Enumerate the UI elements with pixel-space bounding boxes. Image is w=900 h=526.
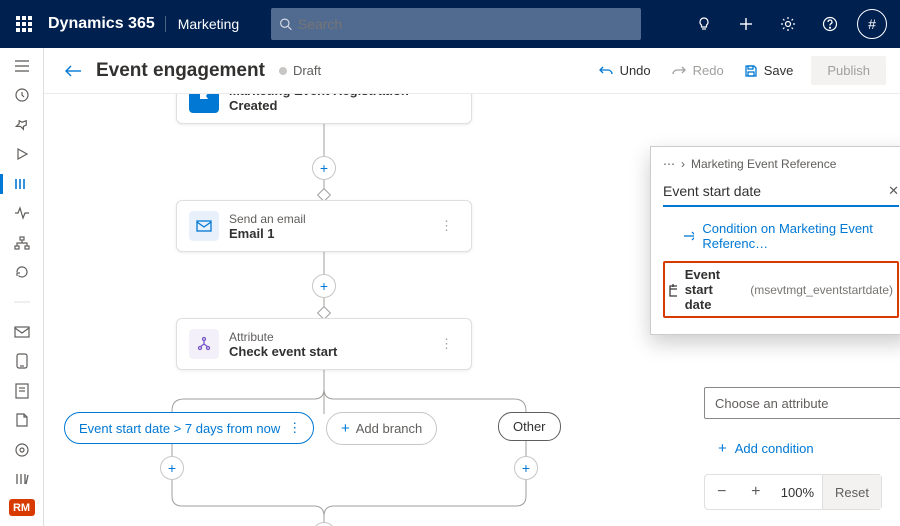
branch-condition-1-more[interactable]: ⋮ — [288, 420, 301, 436]
node-email[interactable]: Send an email Email 1 ⋮ — [176, 200, 472, 252]
save-icon — [744, 64, 758, 78]
back-arrow-icon — [64, 64, 82, 78]
nav-journeys[interactable] — [4, 174, 40, 194]
lightbulb-icon — [696, 16, 712, 32]
account-button[interactable]: # — [852, 0, 892, 48]
nav-signals[interactable] — [4, 204, 40, 224]
nav-menu[interactable] — [4, 56, 40, 76]
nav-divider — [4, 292, 40, 312]
flag-icon — [189, 94, 219, 113]
plus-icon — [738, 16, 754, 32]
branch-other[interactable]: Other — [498, 412, 561, 441]
zoom-in-button[interactable]: + — [739, 475, 773, 509]
redo-button[interactable]: Redo — [663, 57, 732, 84]
waffle-icon — [16, 16, 32, 32]
nav-settings2[interactable] — [4, 440, 40, 460]
branch-condition-1-label: Event start date > 7 days from now — [79, 421, 280, 436]
calendar-icon — [669, 283, 677, 297]
node-email-type: Send an email — [229, 212, 306, 226]
nav-library[interactable] — [4, 469, 40, 489]
nav-forms[interactable] — [4, 381, 40, 401]
node-attr-more[interactable]: ⋮ — [434, 332, 459, 356]
mail-icon — [189, 211, 219, 241]
brand-label: Dynamics 365 — [48, 15, 155, 33]
node-email-more[interactable]: ⋮ — [434, 214, 459, 238]
idea-button[interactable] — [684, 0, 724, 48]
nav-recent[interactable] — [4, 86, 40, 106]
new-button[interactable] — [726, 0, 766, 48]
plus-icon: + — [341, 420, 350, 437]
zoom-out-button[interactable]: − — [705, 475, 739, 509]
nav-notify[interactable] — [4, 351, 40, 371]
undo-icon — [598, 64, 614, 78]
attribute-option-eventstartdate[interactable]: Event start date (msevtmgt_eventstartdat… — [663, 261, 899, 318]
avatar: # — [857, 9, 887, 39]
area-label: Marketing — [165, 16, 239, 32]
add-branch-button[interactable]: + Add branch — [326, 412, 437, 445]
add-step-1[interactable]: + — [312, 156, 336, 180]
plus-icon: + — [718, 440, 727, 457]
help-icon — [822, 16, 838, 32]
global-search-input[interactable] — [298, 16, 633, 32]
nav-tree[interactable] — [4, 233, 40, 253]
global-search[interactable] — [271, 8, 641, 40]
gear-icon — [780, 16, 796, 32]
journey-canvas[interactable]: Marketing Event Registration Created + S… — [44, 94, 900, 526]
chevron-right-icon: › — [681, 157, 685, 171]
node-email-name: Email 1 — [229, 226, 306, 241]
node-attr-type: Attribute — [229, 330, 337, 344]
attribute-search-input[interactable] — [663, 183, 888, 199]
user-badge[interactable]: RM — [9, 499, 35, 516]
attribute-option-condition[interactable]: Condition on Marketing Event Referenc… — [681, 215, 899, 257]
add-step-left[interactable]: + — [160, 456, 184, 480]
app-launcher[interactable] — [8, 0, 40, 48]
status-dot — [279, 67, 287, 75]
arrow-right-icon — [683, 231, 694, 241]
node-attr-name: Check event start — [229, 344, 337, 359]
add-condition-button[interactable]: + Add condition — [718, 440, 814, 457]
settings-button[interactable] — [768, 0, 808, 48]
search-icon — [279, 17, 292, 31]
nav-history[interactable] — [4, 263, 40, 283]
redo-icon — [671, 64, 687, 78]
node-trigger[interactable]: Marketing Event Registration Created — [176, 94, 472, 124]
nav-pinned[interactable] — [4, 115, 40, 135]
branch-condition-1[interactable]: Event start date > 7 days from now ⋮ — [64, 412, 314, 444]
nav-play[interactable] — [4, 145, 40, 165]
nav-mail[interactable] — [4, 322, 40, 342]
help-button[interactable] — [810, 0, 850, 48]
save-button[interactable]: Save — [736, 57, 802, 84]
zoom-controls: − + 100% Reset — [704, 474, 882, 510]
zoom-reset-button[interactable]: Reset — [822, 475, 881, 509]
more-icon: ⋯ — [663, 157, 675, 171]
attribute-picker-panel: ⋯ › Marketing Event Reference ✕ Conditio… — [650, 146, 900, 335]
publish-button[interactable]: Publish — [811, 56, 886, 85]
page-title: Event engagement — [96, 60, 265, 82]
branch-icon — [189, 329, 219, 359]
node-attribute[interactable]: Attribute Check event start ⋮ — [176, 318, 472, 370]
breadcrumb[interactable]: ⋯ › Marketing Event Reference — [663, 155, 899, 173]
zoom-level: 100% — [773, 485, 822, 500]
back-button[interactable] — [58, 56, 88, 86]
add-step-2[interactable]: + — [312, 274, 336, 298]
add-step-right[interactable]: + — [514, 456, 538, 480]
nav-template[interactable] — [4, 410, 40, 430]
node-trigger-label: Marketing Event Registration Created — [229, 94, 459, 113]
choose-attribute-dropdown[interactable]: Choose an attribute — [704, 387, 900, 419]
clear-search-button[interactable]: ✕ — [888, 183, 899, 199]
status-label: Draft — [293, 63, 321, 78]
undo-button[interactable]: Undo — [590, 57, 659, 84]
